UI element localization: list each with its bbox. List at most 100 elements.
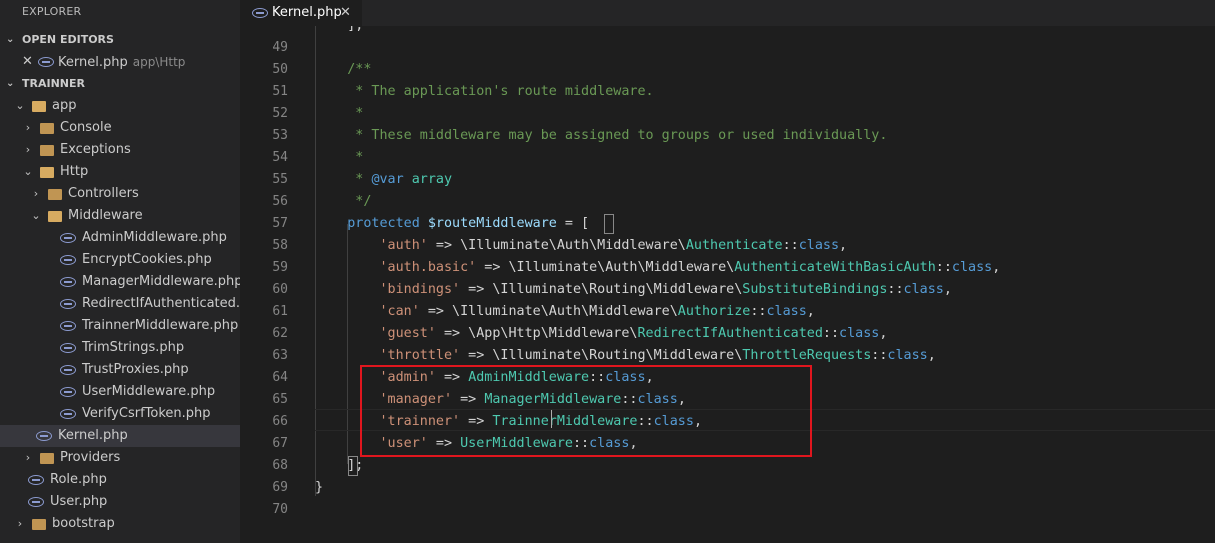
tree-item[interactable]: User.php [0,491,240,513]
php-file-icon [60,365,76,375]
chevron-right-icon: › [25,143,31,156]
code-token: => \Illuminate\Routing\Middleware\ [460,282,743,297]
php-file-icon [60,277,76,287]
tree-item[interactable]: TrainnerMiddleware.php [0,315,240,337]
php-file-icon [38,57,54,67]
tree-item[interactable]: ⌄ Middleware [0,205,240,227]
tree-item[interactable]: AdminMiddleware.php [0,227,240,249]
tree-item-label: VerifyCsrfToken.php [82,406,211,421]
code-token: ThrottleRequests [742,348,872,363]
tree-item[interactable]: ⌄ app [0,95,240,117]
code-line[interactable]: } [315,477,323,499]
tree-item-label: TrimStrings.php [82,340,185,355]
php-file-icon [60,409,76,419]
line-number: 51 [272,84,288,99]
code-editor[interactable]: ]; 49 50 /** 51 * The application's route m… [240,26,1215,543]
tree-item[interactable]: TrustProxies.php [0,359,240,381]
tab-bar: Kernel.php ✕ [240,0,1215,26]
tree-item[interactable]: › Exceptions [0,139,240,161]
tree-item-label: User.php [50,494,108,509]
tree-item[interactable]: › bootstrap [0,513,240,535]
code-token: class [903,282,944,297]
tree-item-label: UserMiddleware.php [82,384,216,399]
line-number: 57 [272,216,288,231]
code-line[interactable]: * [315,103,363,125]
close-icon[interactable]: ✕ [22,51,33,73]
tree-item[interactable]: RedirectIfAuthenticated.p... [0,293,240,315]
code-token: 'can' [315,304,420,319]
code-line[interactable]: 'bindings' => \Illuminate\Routing\Middle… [315,279,951,301]
code-token: * These middleware may be assigned to gr… [315,128,888,143]
chevron-down-icon: ⌄ [31,209,41,222]
code-line[interactable]: 'can' => \Illuminate\Auth\Middleware\Aut… [315,301,814,323]
line-number: 55 [272,172,288,187]
code-line[interactable]: 'throttle' => \Illuminate\Routing\Middle… [315,345,936,367]
line-number: 54 [272,150,288,165]
php-file-icon [28,475,44,485]
code-line[interactable]: protected $routeMiddleware = [ [315,213,589,235]
code-token: :: [750,304,767,319]
code-token: => \Illuminate\Auth\Middleware\ [427,238,686,253]
tree-item[interactable]: › Controllers [0,183,240,205]
code-line[interactable]: 'auth' => \Illuminate\Auth\Middleware\Au… [315,235,847,257]
line-number: 58 [272,238,288,253]
tree-item[interactable]: › Console [0,117,240,139]
php-file-icon [60,299,76,309]
tree-item[interactable]: UserMiddleware.php [0,381,240,403]
line-number: 50 [272,62,288,77]
chevron-right-icon: › [17,517,23,530]
chevron-right-icon: › [25,451,31,464]
tree-item[interactable]: Kernel.php [0,425,240,447]
code-line[interactable]: 'auth.basic' => \Illuminate\Auth\Middlew… [315,257,1000,279]
code-token: array [411,172,453,187]
code-token: AuthenticateWithBasicAuth [734,260,936,275]
open-editor-item[interactable]: ✕ Kernel.php app\Http [0,51,240,73]
tree-item[interactable]: EncryptCookies.php [0,249,240,271]
line-number: 66 [272,414,288,429]
code-line[interactable]: */ [315,191,371,213]
project-header[interactable]: ⌄ TRAINNER [0,73,240,95]
tree-item-label: RedirectIfAuthenticated.p... [82,296,240,311]
chevron-down-icon: ⌄ [6,34,15,45]
tree-item[interactable]: ManagerMiddleware.php [0,271,240,293]
explorer-title: EXPLORER [22,5,82,18]
folder-open-icon [40,167,54,178]
code-token: Authenticate [685,238,783,253]
tree-item[interactable]: › Providers [0,447,240,469]
code-token: => \App\Http\Middleware\ [435,326,638,341]
code-token: , [879,326,888,341]
code-line[interactable]: * [315,147,363,169]
tree-item[interactable]: Role.php [0,469,240,491]
tree-item-label: Kernel.php [58,428,128,443]
php-file-icon [60,255,76,265]
tree-item[interactable]: TrimStrings.php [0,337,240,359]
code-line[interactable]: * @var array [315,169,452,191]
code-line[interactable]: 'guest' => \App\Http\Middleware\Redirect… [315,323,887,345]
tree-item[interactable]: VerifyCsrfToken.php [0,403,240,425]
code-line[interactable]: * The application's route middleware. [315,81,653,103]
tree-item[interactable]: ⌄ Http [0,161,240,183]
tree-item-label: TrainnerMiddleware.php [82,318,239,333]
line-number: 64 [272,370,288,385]
code-line[interactable]: * These middleware may be assigned to gr… [315,125,887,147]
code-token: , [927,348,936,363]
chevron-down-icon: ⌄ [23,165,33,178]
line-number: 65 [272,392,288,407]
tab-kernel-php[interactable]: Kernel.php ✕ [240,0,362,26]
folder-open-icon [48,211,62,222]
code-token: * [315,172,372,187]
tree-item-label: Exceptions [60,142,131,157]
code-token: = [ [556,216,590,231]
code-line[interactable]: /** [315,59,371,81]
folder-icon [48,189,62,200]
code-token: * [315,106,364,121]
code-token: , [992,260,1001,275]
close-icon[interactable]: ✕ [340,0,351,26]
folder-open-icon [32,101,46,112]
red-highlight-box [360,365,812,457]
code-token: SubstituteBindings [742,282,888,297]
code-token: class [951,260,993,275]
open-editors-header[interactable]: ⌄ OPEN EDITORS [0,29,240,51]
code-line[interactable]: ]; [315,26,363,37]
folder-icon [40,453,54,464]
